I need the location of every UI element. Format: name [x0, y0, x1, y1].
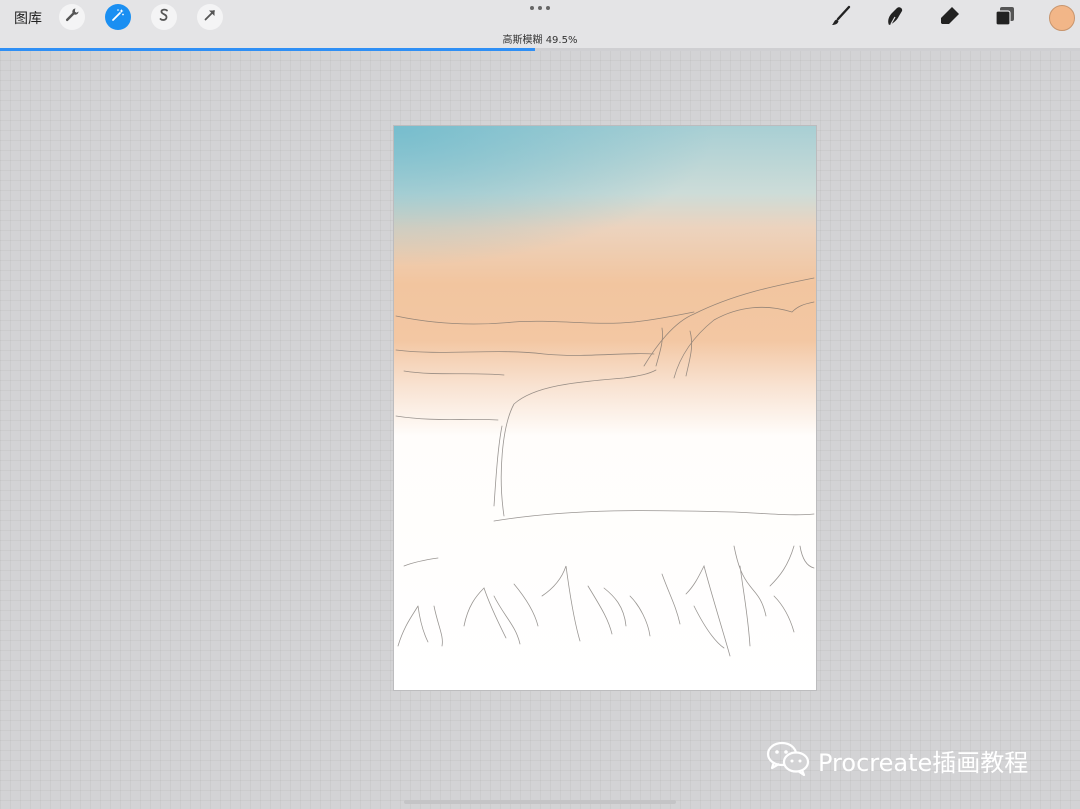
watermark-text: Procreate插画教程	[818, 748, 1029, 777]
actions-button[interactable]	[59, 4, 85, 30]
adjustment-progress-fill	[0, 48, 535, 51]
dot	[530, 6, 534, 10]
color-picker-button[interactable]	[1049, 5, 1075, 31]
adjustments-button[interactable]	[105, 4, 131, 30]
eraser-icon	[938, 4, 962, 32]
drawing-canvas[interactable]	[393, 125, 817, 691]
transform-arrow-icon	[202, 7, 218, 27]
dot	[538, 6, 542, 10]
wrench-icon	[64, 7, 80, 27]
brush-button[interactable]	[827, 5, 855, 31]
selection-button[interactable]	[151, 4, 177, 30]
adjustment-progress-bar[interactable]	[0, 48, 1080, 51]
top-toolbar: 图库 高斯模糊 49.5%	[0, 0, 1080, 48]
layers-button[interactable]	[991, 5, 1019, 31]
watermark: Procreate插画教程	[766, 740, 1028, 780]
home-indicator[interactable]	[404, 800, 676, 804]
brush-icon	[829, 4, 853, 32]
magic-wand-icon	[110, 7, 126, 27]
smudge-button[interactable]	[881, 5, 909, 31]
wechat-icon	[766, 740, 810, 780]
smudge-icon	[883, 4, 907, 32]
adjustment-status-label: 高斯模糊 49.5%	[502, 35, 578, 46]
layers-icon	[993, 4, 1017, 32]
transform-button[interactable]	[197, 4, 223, 30]
eraser-button[interactable]	[936, 5, 964, 31]
pencil-sketch	[395, 277, 815, 657]
selection-s-icon	[156, 7, 172, 27]
more-options-button[interactable]	[530, 3, 550, 13]
dot	[546, 6, 550, 10]
gallery-button[interactable]: 图库	[14, 9, 42, 29]
